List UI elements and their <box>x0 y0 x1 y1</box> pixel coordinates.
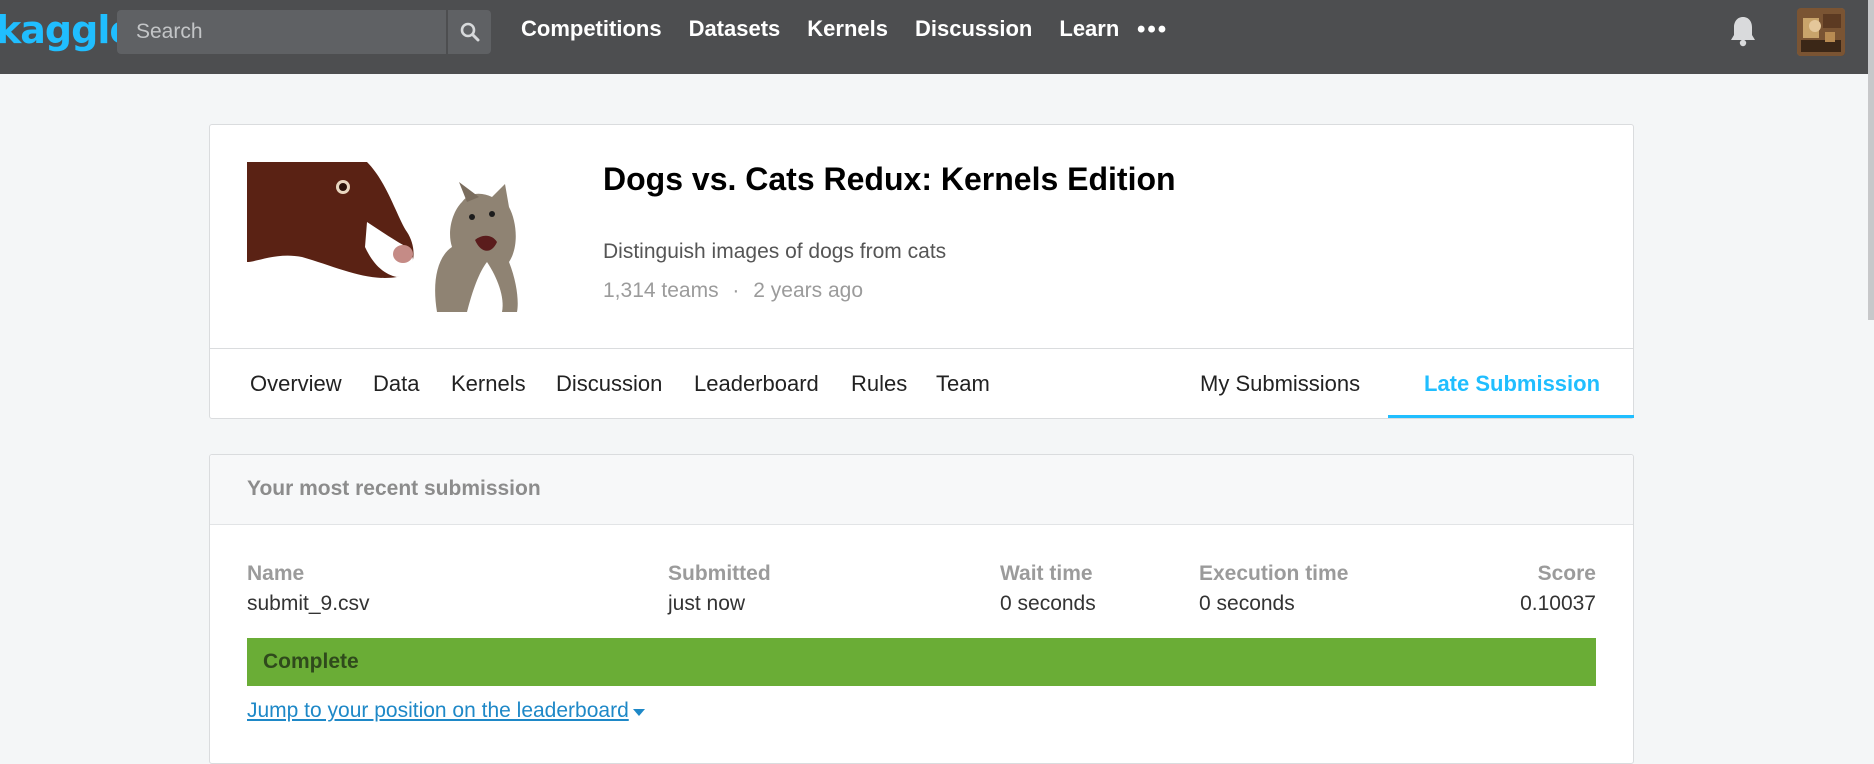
competition-age: 2 years ago <box>753 279 864 302</box>
nav-discussion[interactable]: Discussion <box>915 16 1032 42</box>
submitted-value: just now <box>668 592 746 615</box>
search-box[interactable] <box>117 10 491 54</box>
jump-to-leaderboard-link[interactable]: Jump to your position on the leaderboard <box>247 699 645 723</box>
column-score: Score 0.10037 <box>1520 562 1596 616</box>
search-icon <box>460 22 479 42</box>
score-value: 0.10037 <box>1520 592 1596 615</box>
submission-header-title: Your most recent submission <box>247 477 541 500</box>
kaggle-logo[interactable]: kaggle <box>0 8 135 52</box>
execution-time-value: 0 seconds <box>1199 592 1295 615</box>
tab-late-submission[interactable]: Late Submission <box>1424 371 1600 397</box>
bell-icon[interactable] <box>1729 15 1757 52</box>
wait-time-value: 0 seconds <box>1000 592 1096 615</box>
status-label: Complete <box>263 650 359 673</box>
main-nav: Competitions Datasets Kernels Discussion… <box>521 16 1146 42</box>
column-label-wait: Wait time <box>1000 562 1093 585</box>
submission-file-name: submit_9.csv <box>247 592 370 615</box>
competition-meta: 1,314 teams · 2 years ago <box>603 279 863 303</box>
competition-header-card: Dogs vs. Cats Redux: Kernels Edition Dis… <box>209 124 1634 419</box>
search-button[interactable] <box>446 10 491 54</box>
submission-card-header: Your most recent submission <box>210 455 1633 525</box>
tab-discussion[interactable]: Discussion <box>556 371 662 397</box>
top-navbar: kaggle Competitions Datasets Kernels Dis… <box>0 0 1872 74</box>
team-count: 1,314 teams <box>603 279 719 302</box>
nav-kernels[interactable]: Kernels <box>807 16 888 42</box>
competition-subtitle: Distinguish images of dogs from cats <box>603 240 947 263</box>
active-tab-indicator <box>1388 415 1634 418</box>
caret-down-icon <box>632 699 645 723</box>
tab-team[interactable]: Team <box>936 371 990 397</box>
tab-my-submissions[interactable]: My Submissions <box>1200 371 1360 397</box>
meta-separator: · <box>732 279 740 302</box>
more-icon[interactable]: ••• <box>1137 16 1168 44</box>
column-submitted: Submitted just now <box>668 562 771 616</box>
status-complete-bar: Complete <box>247 638 1596 686</box>
column-label-name: Name <box>247 562 305 585</box>
nav-learn[interactable]: Learn <box>1059 16 1119 42</box>
tab-rules[interactable]: Rules <box>851 371 907 397</box>
nav-datasets[interactable]: Datasets <box>689 16 781 42</box>
column-label-execution: Execution time <box>1199 562 1349 585</box>
scrollbar[interactable] <box>1868 0 1874 320</box>
tab-data[interactable]: Data <box>373 371 419 397</box>
tab-overview[interactable]: Overview <box>250 371 342 397</box>
competition-title: Dogs vs. Cats Redux: Kernels Edition <box>603 161 1176 197</box>
competition-tabs: Overview Data Kernels Discussion Leaderb… <box>210 348 1634 418</box>
competition-image <box>247 162 562 312</box>
column-label-score: Score <box>1537 562 1596 585</box>
search-input[interactable] <box>117 10 444 54</box>
user-avatar[interactable] <box>1797 8 1845 56</box>
column-execution-time: Execution time 0 seconds <box>1199 562 1348 616</box>
column-label-submitted: Submitted <box>668 562 771 585</box>
nav-competitions[interactable]: Competitions <box>521 16 662 42</box>
tab-kernels[interactable]: Kernels <box>451 371 526 397</box>
recent-submission-card: Your most recent submission Name submit_… <box>209 454 1634 764</box>
tab-leaderboard[interactable]: Leaderboard <box>694 371 819 397</box>
column-wait-time: Wait time 0 seconds <box>1000 562 1096 616</box>
column-name: Name submit_9.csv <box>247 562 370 616</box>
jump-link-text[interactable]: Jump to your position on the leaderboard <box>247 699 629 722</box>
